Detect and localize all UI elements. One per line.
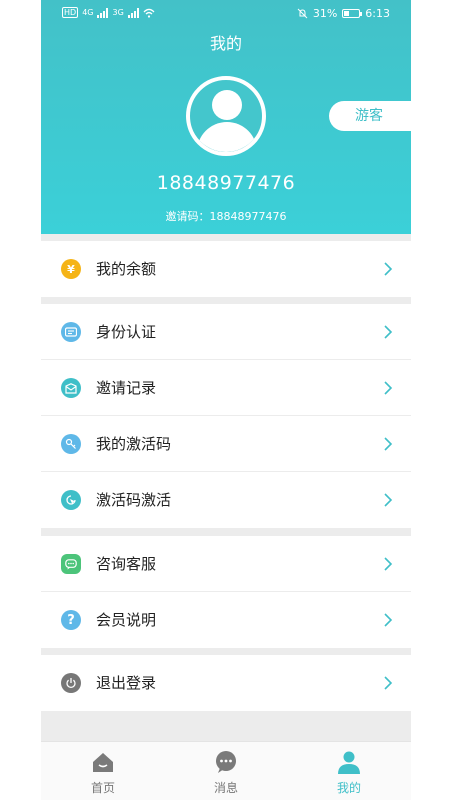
guest-button[interactable]: 游客 [329, 101, 411, 131]
tab-profile[interactable]: 我的 [287, 742, 411, 800]
menu-item-label: 邀请记录 [96, 379, 157, 397]
signal-1-icon [97, 7, 109, 18]
yen-icon: ¥ [61, 259, 81, 279]
clock: 6:13 [365, 7, 390, 20]
status-bar: HD 4G 3G 31% 6:13 [41, 0, 411, 28]
avatar-body-shape [197, 122, 257, 152]
user-phone-number: 18848977476 [156, 172, 296, 194]
chevron-right-icon [384, 676, 393, 690]
status-left: HD 4G 3G [62, 7, 155, 18]
menu-item-logout[interactable]: 退出登录 [41, 655, 411, 711]
menu-item-member-info[interactable]: ? 会员说明 [41, 592, 411, 648]
menu-item-activate-code[interactable]: 激活码激活 [41, 472, 411, 528]
menu-item-balance[interactable]: ¥ 我的余额 [41, 241, 411, 297]
profile-header: HD 4G 3G 31% 6:13 我的 游客 18848977476 邀请码：… [41, 0, 411, 234]
tab-label: 我的 [336, 781, 361, 795]
home-icon [93, 753, 113, 772]
chevron-right-icon [384, 262, 393, 276]
menu-item-customer-service[interactable]: 咨询客服 [41, 536, 411, 592]
menu-item-label: 身份认证 [96, 323, 157, 341]
phone-screen: HD 4G 3G 31% 6:13 我的 游客 18848977476 邀请码：… [41, 0, 411, 800]
tab-label: 消息 [213, 781, 238, 795]
hd-badge: HD [62, 7, 79, 18]
battery-icon [342, 9, 363, 18]
menu-item-label: 退出登录 [96, 674, 157, 692]
id-card-icon [61, 322, 81, 342]
invite-code: 邀请码：18848977476 [165, 210, 287, 223]
question-icon: ? [61, 610, 81, 630]
status-right: 31% 6:13 [297, 7, 390, 20]
app-root: HD 4G 3G 31% 6:13 我的 游客 18848977476 邀请码：… [0, 0, 450, 800]
menu-group-support: 咨询客服 ? 会员说明 [41, 536, 411, 648]
menu-item-my-code[interactable]: 我的激活码 [41, 416, 411, 472]
menu-item-label: 咨询客服 [96, 555, 157, 573]
key-icon [61, 434, 81, 454]
tab-messages[interactable]: 消息 [164, 742, 288, 800]
battery-percent: 31% [312, 7, 338, 20]
chevron-right-icon [384, 437, 393, 451]
menu-item-identity[interactable]: 身份认证 [41, 304, 411, 360]
menu-item-label: 我的激活码 [96, 435, 172, 453]
tab-home[interactable]: 首页 [41, 742, 165, 800]
menu-group-account: 身份认证 邀请记录 我的激活码 激活码激活 [41, 304, 411, 528]
menu-item-label: 激活码激活 [96, 491, 172, 509]
menu-group-balance: ¥ 我的余额 [41, 241, 411, 297]
page-title: 我的 [209, 34, 242, 53]
menu-group-logout: 退出登录 [41, 655, 411, 711]
menu-item-label: 会员说明 [96, 611, 157, 629]
menu-item-invite-record[interactable]: 邀请记录 [41, 360, 411, 416]
bottom-tab-bar: 首页 消息 我的 [41, 741, 411, 800]
chevron-right-icon [384, 493, 393, 507]
chat-icon [61, 554, 81, 574]
tab-label: 首页 [90, 781, 115, 795]
chevron-right-icon [384, 381, 393, 395]
chevron-right-icon [384, 557, 393, 571]
mute-bell-icon [297, 8, 308, 19]
avatar-head-shape [212, 90, 242, 120]
message-icon [216, 751, 236, 773]
chevron-right-icon [384, 613, 393, 627]
signal-2-icon [127, 7, 139, 18]
activate-icon [61, 490, 81, 510]
power-icon [61, 673, 81, 693]
network-2-label: 3G [112, 8, 124, 17]
menu-item-label: 我的余额 [96, 260, 157, 278]
invite-record-icon [61, 378, 81, 398]
wifi-icon [143, 8, 155, 18]
chevron-right-icon [384, 325, 393, 339]
profile-icon [338, 751, 360, 774]
avatar[interactable] [186, 76, 266, 156]
network-1-label: 4G [82, 8, 94, 17]
